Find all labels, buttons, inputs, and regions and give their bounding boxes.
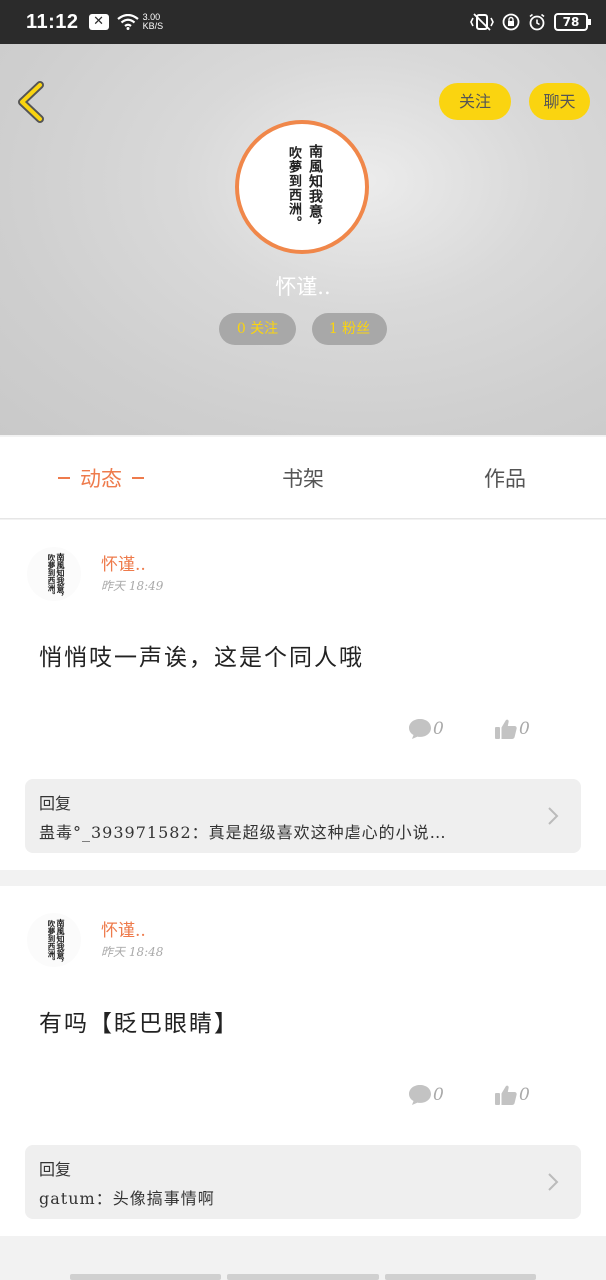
post-timestamp: 昨天 18:49 — [101, 579, 164, 593]
follow-button[interactable]: 关注 — [439, 83, 511, 120]
post-avatar[interactable]: 南風知我意， 吹夢到西洲。 — [27, 547, 81, 601]
comment-icon — [409, 719, 431, 739]
post-author-name[interactable]: 怀谨.. — [101, 916, 146, 941]
reply-text: 蛊毒°_393971582：真是超级喜欢这种虐心的小说… — [39, 823, 447, 842]
comment-icon — [409, 1085, 431, 1105]
like-button[interactable]: 0 — [494, 1084, 530, 1106]
thumbs-up-icon — [495, 719, 517, 739]
chat-button[interactable]: 聊天 — [529, 83, 590, 120]
post-avatar-line-1: 南風知我意， — [56, 553, 66, 601]
reply-title: 回复 — [39, 794, 72, 813]
placeholder-bar — [384, 1274, 536, 1280]
chevron-right-icon — [548, 807, 559, 825]
avatar[interactable]: 南風知我意， 吹夢到西洲。 — [235, 120, 369, 254]
post-avatar-line-2: 吹夢到西洲。 — [47, 920, 56, 965]
status-icons: 78 — [470, 13, 591, 31]
comment-count: 0 — [433, 719, 444, 739]
comment-button[interactable]: 0 — [408, 718, 444, 740]
vibrate-icon — [470, 13, 494, 31]
tab-moments[interactable]: 动态 — [0, 437, 202, 518]
post-card[interactable]: 南風知我意， 吹夢到西洲。 怀谨.. 昨天 18:48 有吗【眨巴眼睛】 0 0… — [0, 886, 606, 1236]
thumbs-up-icon — [495, 1085, 517, 1105]
comment-button[interactable]: 0 — [408, 1084, 444, 1106]
post-author-name[interactable]: 怀谨.. — [101, 550, 146, 575]
following-count-button[interactable]: 0 关注 — [219, 313, 296, 345]
post-card[interactable]: 南風知我意， 吹夢到西洲。 怀谨.. 昨天 18:49 悄悄吱一声诶，这是个同人… — [0, 520, 606, 870]
alarm-icon — [529, 13, 545, 31]
post-timestamp: 昨天 18:48 — [101, 945, 164, 959]
post-content: 悄悄吱一声诶，这是个同人哦 — [39, 645, 364, 671]
comment-count: 0 — [433, 1085, 444, 1105]
avatar-line-2: 吹夢到西洲。 — [286, 146, 301, 230]
status-bar: 11:12 ✕ 3.00 KB/S 78 — [0, 0, 606, 44]
like-count: 0 — [519, 1085, 530, 1105]
reply-title: 回复 — [39, 1160, 72, 1179]
profile-username: 怀谨.. — [275, 275, 331, 299]
network-speed-unit: KB/S — [142, 21, 164, 31]
reply-text: gatum：头像搞事情啊 — [39, 1189, 215, 1208]
tab-bookshelf[interactable]: 书架 — [202, 437, 404, 518]
like-count: 0 — [519, 719, 530, 739]
status-time: 11:12 — [26, 10, 79, 33]
wifi-icon — [116, 14, 139, 30]
post-avatar[interactable]: 南風知我意， 吹夢到西洲。 — [27, 913, 81, 967]
profile-header: 关注 聊天 南風知我意， 吹夢到西洲。 怀谨.. 0 关注 1 粉丝 — [0, 44, 606, 435]
next-post-placeholder — [70, 1274, 536, 1280]
back-icon[interactable] — [14, 80, 50, 124]
battery-icon: 78 — [554, 13, 591, 31]
like-button[interactable]: 0 — [494, 718, 530, 740]
tab-active-marker-left — [58, 476, 70, 479]
post-avatar-line-2: 吹夢到西洲。 — [47, 554, 56, 599]
post-avatar-line-1: 南風知我意， — [56, 919, 66, 967]
network-speed: 3.00 KB/S — [143, 13, 164, 31]
reply-preview[interactable]: 回复 蛊毒°_393971582：真是超级喜欢这种虐心的小说… — [25, 779, 581, 853]
placeholder-bar — [70, 1274, 222, 1280]
reply-preview[interactable]: 回复 gatum：头像搞事情啊 — [25, 1145, 581, 1219]
avatar-line-1: 南風知我意， — [307, 144, 323, 234]
lock-rotation-icon — [502, 13, 520, 31]
notification-close-icon: ✕ — [88, 14, 109, 30]
tab-active-marker-right — [132, 476, 144, 479]
chevron-right-icon — [548, 1173, 559, 1191]
tab-moments-label: 动态 — [80, 466, 122, 491]
profile-tabs: 动态 书架 作品 — [0, 437, 606, 519]
tab-works[interactable]: 作品 — [404, 437, 606, 518]
post-content: 有吗【眨巴眼睛】 — [39, 1011, 239, 1037]
fans-count-button[interactable]: 1 粉丝 — [312, 313, 387, 345]
placeholder-bar — [227, 1274, 379, 1280]
